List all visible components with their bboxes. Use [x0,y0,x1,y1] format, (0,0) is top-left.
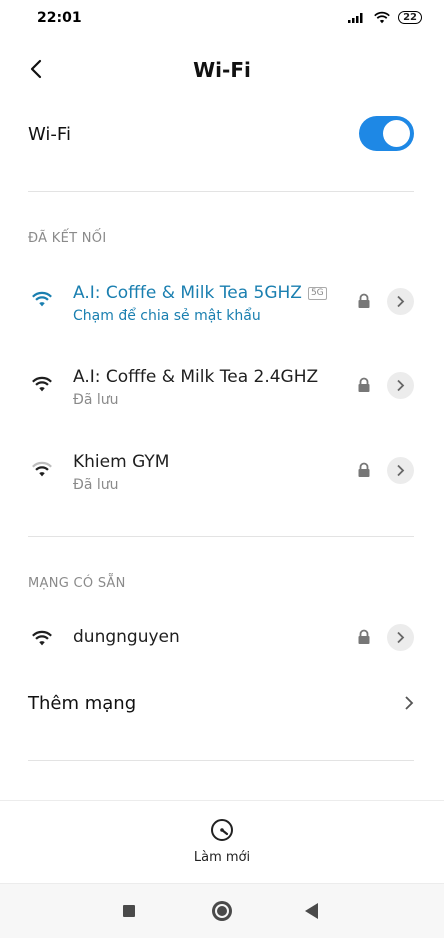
network-subtitle: Chạm để chia sẻ mật khẩu [73,308,261,324]
chevron-right-icon [397,379,405,392]
system-navigation-bar [0,883,444,938]
chevron-right-icon [405,696,414,710]
lock-icon [358,293,370,308]
wifi-signal-icon [32,461,52,477]
status-icons: 22 [348,11,422,24]
network-details-button[interactable] [387,457,414,484]
divider [28,191,414,192]
network-details-button[interactable] [387,288,414,315]
lock-icon [358,629,370,644]
network-name-text: A.I: Cofffe & Milk Tea 5GHZ [73,283,302,303]
lock-icon [358,377,370,392]
chevron-right-icon [397,631,405,644]
network-row-dungnguyen[interactable]: dungnguyen [0,624,444,691]
wifi-signal-icon [32,291,52,307]
chevron-right-icon [397,464,405,477]
network-name: Khiem GYM [73,452,170,472]
network-details-button[interactable] [387,372,414,399]
network-name: A.I: Cofffe & Milk Tea 2.4GHZ [73,367,319,387]
divider [28,760,414,761]
wifi-signal-icon [32,376,52,392]
recent-apps-button[interactable] [123,905,135,917]
refresh-button[interactable]: Làm mới [172,817,272,877]
bottom-action-bar: Làm mới [0,800,444,884]
cellular-signal-icon [348,13,363,23]
wifi-toggle-row: Wi-Fi [0,110,444,160]
network-subtitle: Đã lưu [73,477,119,493]
network-row-ai-2-4ghz[interactable]: A.I: Cofffe & Milk Tea 2.4GHZ Đã lưu [0,367,444,431]
network-name: A.I: Cofffe & Milk Tea 5GHZ 5G [73,283,327,303]
refresh-label: Làm mới [193,850,251,865]
refresh-icon [211,819,233,841]
status-time: 22:01 [37,10,82,26]
add-network-label: Thêm mạng [28,693,137,714]
add-network-row[interactable]: Thêm mạng [0,685,444,725]
wifi-toggle-label: Wi-Fi [28,124,71,145]
page-title: Wi-Fi [193,58,251,82]
section-header-connected: ĐÃ KẾT NỐI [28,231,107,246]
section-header-available: MẠNG CÓ SẴN [28,576,126,591]
network-row-khiem-gym[interactable]: Khiem GYM Đã lưu [0,452,444,516]
battery-icon: 22 [398,11,422,24]
home-icon [215,904,229,918]
chevron-right-icon [397,295,405,308]
header: Wi-Fi [0,44,444,94]
network-subtitle: Đã lưu [73,392,119,408]
network-name: dungnguyen [73,627,180,647]
home-button[interactable] [212,901,232,921]
wifi-toggle-switch[interactable] [359,116,414,151]
wifi-status-icon [374,11,390,24]
network-row-ai-5ghz[interactable]: A.I: Cofffe & Milk Tea 5GHZ 5G Chạm để ch… [0,283,444,347]
divider [28,536,414,537]
toggle-knob [383,120,410,147]
network-details-button[interactable] [387,624,414,651]
status-bar: 22:01 22 [0,0,444,38]
system-back-button[interactable] [305,903,318,919]
band-tag: 5G [307,287,327,300]
lock-icon [358,462,370,477]
wifi-signal-icon [32,630,52,646]
